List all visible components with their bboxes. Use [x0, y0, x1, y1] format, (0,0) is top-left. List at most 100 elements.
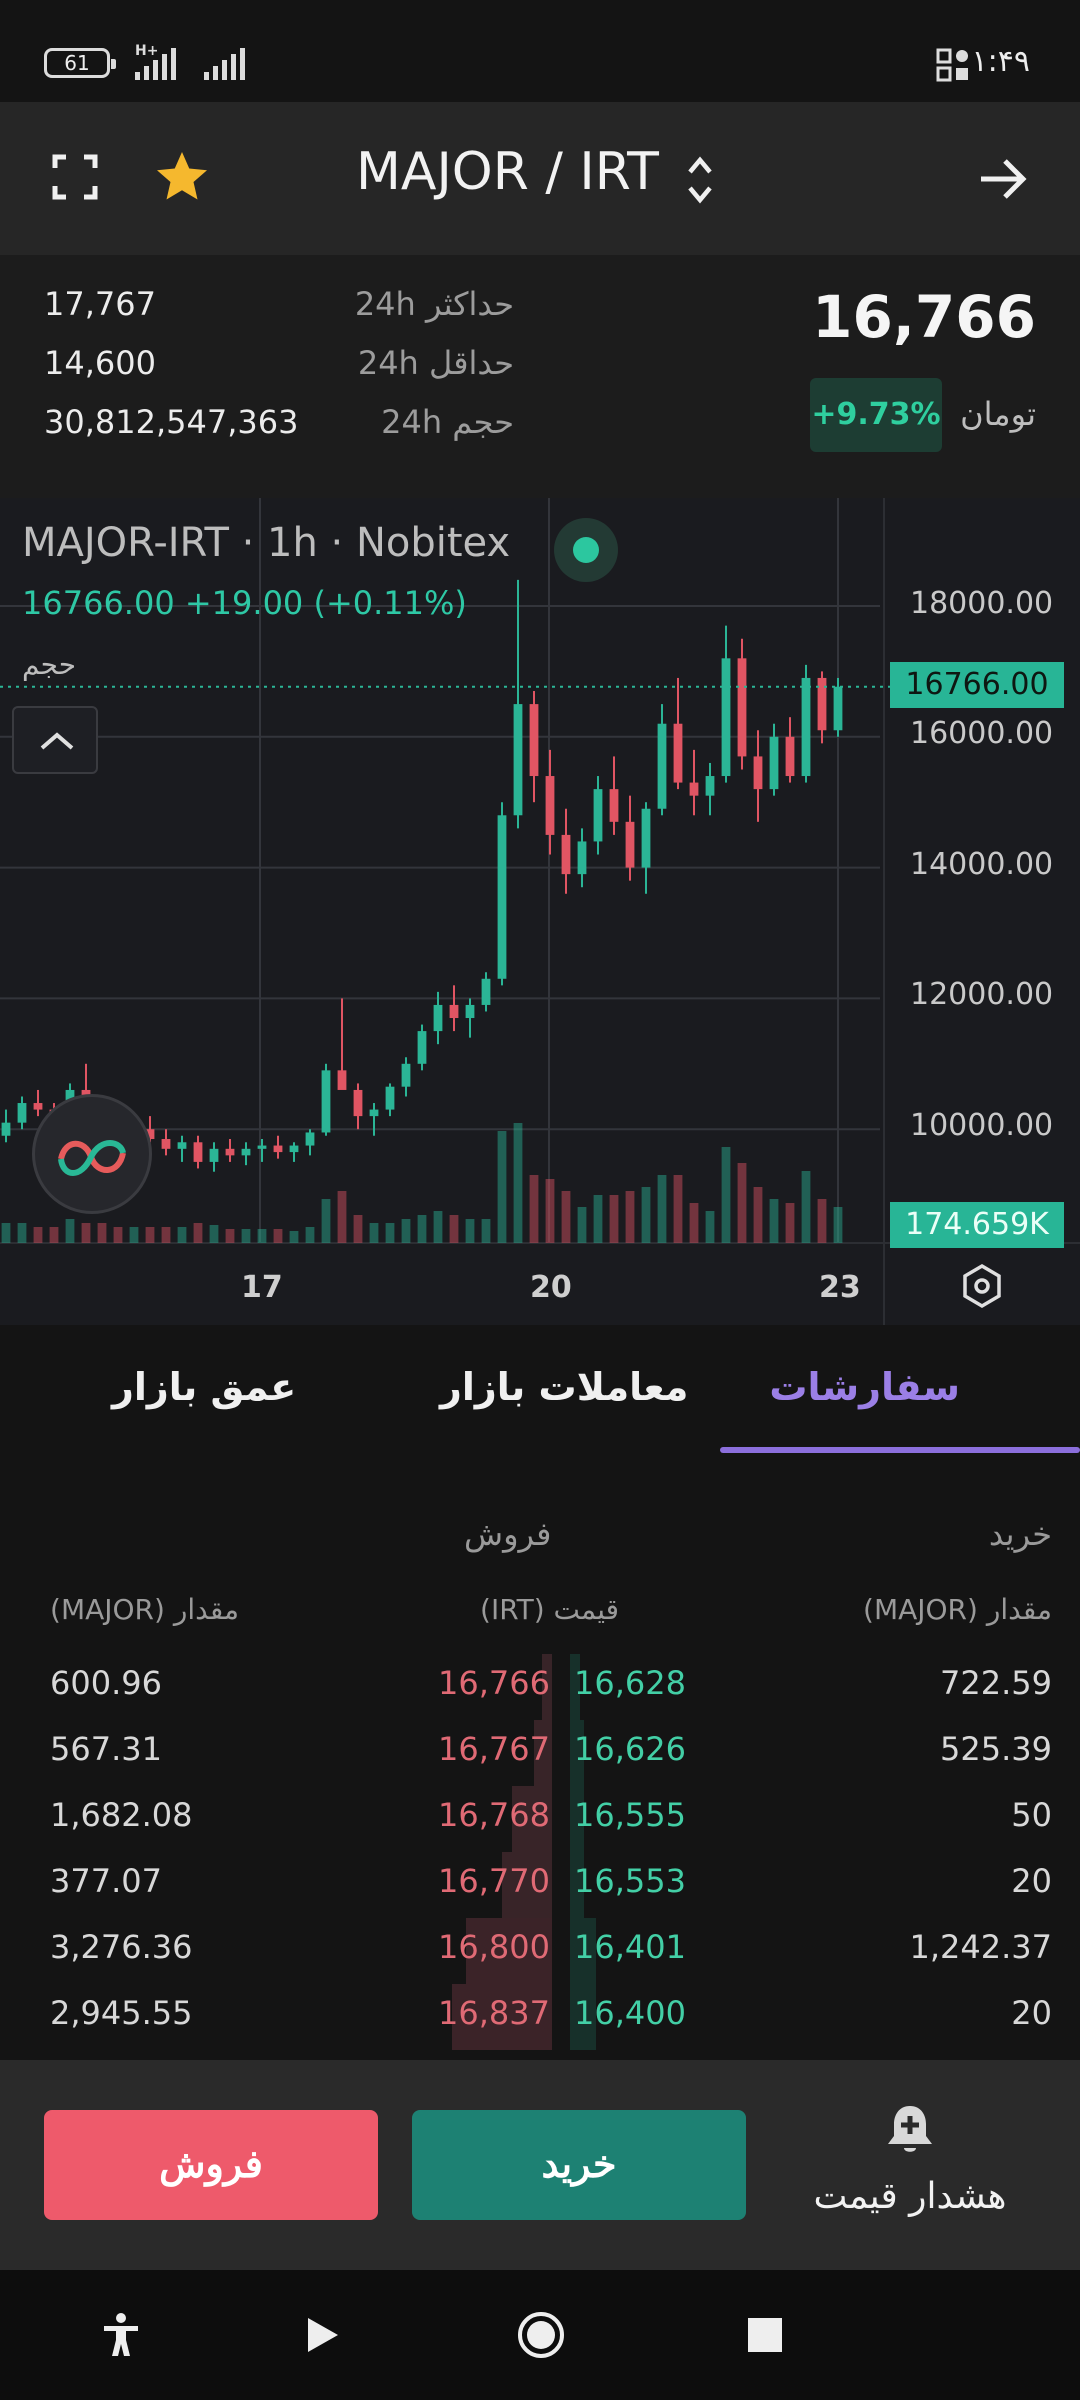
sell-button[interactable]: فروش — [44, 2110, 378, 2220]
volume-bar — [657, 1175, 667, 1243]
chevron-up-down-icon[interactable] — [684, 152, 716, 208]
stat-label: حداقل 24h — [357, 344, 514, 382]
price-alert-button[interactable]: هشدار قیمت — [790, 2100, 1030, 2240]
buy-amount: 20 — [1011, 1994, 1052, 2032]
price-chart[interactable]: MAJOR-IRT · 1h · Nobitex 16766.00 +19.00… — [0, 498, 1080, 1325]
price-alert-label: هشدار قیمت — [813, 2176, 1007, 2217]
fullscreen-icon[interactable] — [52, 154, 98, 200]
order-row[interactable]: 377.07 16,770 16,553 20 — [0, 1852, 1080, 1918]
clock: ۱:۴۹ — [971, 44, 1030, 79]
stat-value: 14,600 — [44, 344, 156, 382]
order-row[interactable]: 1,682.08 16,768 16,555 50 — [0, 1786, 1080, 1852]
volume-bar — [817, 1199, 827, 1243]
candle-body — [193, 1142, 203, 1162]
chart-symbol: MAJOR-IRT · 1h · Nobitex — [22, 520, 511, 566]
sell-price: 16,770 — [438, 1862, 550, 1900]
y-tick: 12000.00 — [910, 977, 1054, 1012]
buy-price: 16,628 — [574, 1664, 686, 1702]
buy-amount: 722.59 — [940, 1664, 1052, 1702]
stat-low-24h: 14,600 حداقل 24h — [44, 344, 514, 384]
candle-body — [609, 789, 619, 822]
volume-bar — [641, 1187, 651, 1243]
candle-body — [209, 1148, 219, 1162]
sell-price: 16,767 — [438, 1730, 550, 1768]
tab-orders[interactable]: سفارشات — [769, 1365, 960, 1409]
recents-icon[interactable] — [740, 2310, 790, 2360]
volume-bar — [177, 1227, 187, 1243]
candle-body — [721, 658, 731, 777]
volume-bar — [97, 1223, 107, 1243]
stat-volume-24h: 30,812,547,363 حجم 24h — [44, 403, 514, 443]
favorite-star-icon[interactable] — [152, 147, 212, 207]
volume-bar — [369, 1223, 379, 1243]
sell-amount: 2,945.55 — [50, 1994, 193, 2032]
volume-bar — [737, 1163, 747, 1243]
app-header: MAJOR / IRT — [0, 102, 1080, 255]
buy-button[interactable]: خرید — [412, 2110, 746, 2220]
stat-value: 30,812,547,363 — [44, 403, 299, 441]
tab-market-depth[interactable]: عمق بازار — [112, 1365, 296, 1409]
candle-body — [689, 782, 699, 796]
trade-action-bar: فروش خرید هشدار قیمت — [0, 2060, 1080, 2270]
order-book: خرید فروش مقدار (MAJOR) قیمت (IRT) مقدار… — [0, 1455, 1080, 2060]
order-row[interactable]: 600.96 16,766 16,628 722.59 — [0, 1654, 1080, 1720]
chart-settings-icon[interactable] — [958, 1262, 1006, 1310]
volume-bar — [337, 1191, 347, 1243]
y-tick: 10000.00 — [910, 1108, 1054, 1143]
volume-bar — [497, 1131, 507, 1243]
buy-amount: 50 — [1011, 1796, 1052, 1834]
volume-bar — [321, 1199, 331, 1243]
volume-bar — [449, 1215, 459, 1243]
candle-body — [801, 677, 811, 777]
market-title[interactable]: MAJOR / IRT — [356, 142, 659, 202]
candle-body — [625, 821, 635, 868]
currency-label: تومان — [960, 395, 1036, 433]
candle-body — [337, 1070, 347, 1090]
volume-bar — [769, 1199, 779, 1243]
volume-bar — [721, 1147, 731, 1243]
candle-body — [17, 1103, 27, 1123]
buy-price: 16,555 — [574, 1796, 686, 1834]
active-tab-indicator — [720, 1447, 1080, 1453]
volume-bar — [545, 1179, 555, 1243]
volume-bar — [833, 1207, 843, 1243]
order-row[interactable]: 2,945.55 16,837 16,400 20 — [0, 1984, 1080, 2050]
volume-bar — [305, 1227, 315, 1243]
candle-body — [561, 834, 571, 875]
volume-bar — [801, 1171, 811, 1243]
buy-price: 16,626 — [574, 1730, 686, 1768]
x-tick: 23 — [819, 1270, 861, 1305]
live-indicator-icon — [554, 518, 618, 582]
candle-body — [545, 776, 555, 835]
play-icon[interactable] — [296, 2310, 346, 2360]
stat-value: 17,767 — [44, 285, 156, 323]
collapse-legend-button[interactable] — [12, 706, 98, 774]
order-row[interactable]: 567.31 16,767 16,626 525.39 — [0, 1720, 1080, 1786]
candle-body — [529, 704, 539, 777]
y-tick: 14000.00 — [910, 847, 1054, 882]
last-price-tag: 16766.00 — [890, 662, 1064, 708]
back-arrow-icon[interactable] — [975, 152, 1029, 206]
volume-bar — [785, 1203, 795, 1243]
volume-bar — [561, 1191, 571, 1243]
candle-body — [785, 736, 795, 777]
tab-market-trades[interactable]: معاملات بازار — [440, 1365, 688, 1409]
col-price: قیمت (IRT) — [480, 1593, 620, 1626]
status-bar: 61 H+ ۱:۴۹ — [0, 0, 1080, 102]
home-icon[interactable] — [516, 2310, 566, 2360]
candle-body — [593, 789, 603, 842]
volume-bar — [673, 1175, 683, 1243]
volume-bar — [193, 1223, 203, 1243]
tradingview-logo-icon[interactable] — [32, 1094, 152, 1214]
buy-amount: 525.39 — [940, 1730, 1052, 1768]
order-row[interactable]: 3,276.36 16,800 16,401 1,242.37 — [0, 1918, 1080, 1984]
accessibility-icon[interactable] — [96, 2310, 146, 2360]
candlestick-chart[interactable] — [0, 498, 1080, 1325]
volume-bar — [593, 1195, 603, 1243]
volume-bar — [225, 1229, 235, 1243]
candle-body — [305, 1132, 315, 1146]
buy-price: 16,553 — [574, 1862, 686, 1900]
candle-body — [177, 1142, 187, 1149]
volume-bar — [113, 1227, 123, 1243]
volume-bar — [529, 1175, 539, 1243]
